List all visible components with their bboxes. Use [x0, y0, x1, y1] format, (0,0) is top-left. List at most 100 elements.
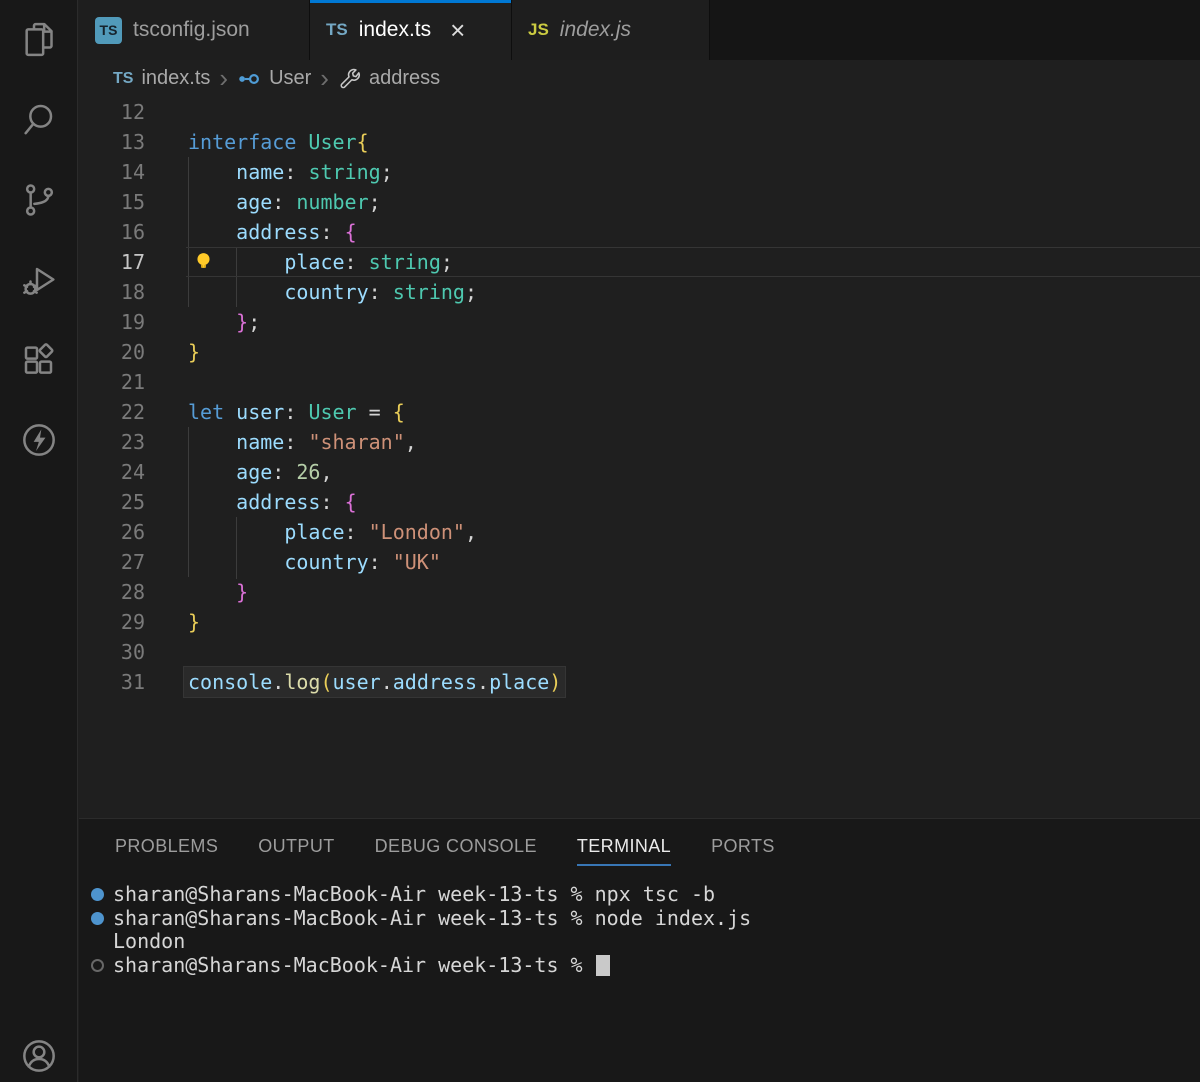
code-line[interactable]: 25 address: { [79, 487, 1200, 517]
run-and-debug-icon[interactable] [0, 240, 78, 320]
code-text: let user: User = { [188, 400, 405, 424]
thunder-client-icon[interactable] [0, 400, 78, 480]
editor-group: TS tsconfig.json TS index.ts × JS index.… [79, 0, 1200, 1082]
code-line[interactable]: 27 country: "UK" [79, 547, 1200, 577]
panel-tab-output[interactable]: OUTPUT [258, 836, 334, 866]
breadcrumb-symbol-address[interactable]: address [369, 67, 440, 90]
code-text: name: "sharan", [236, 430, 417, 454]
code-line[interactable]: 17 place: string; [79, 247, 1200, 277]
line-number[interactable]: 15 [79, 187, 145, 217]
extensions-icon[interactable] [0, 320, 78, 400]
tab-bar: TS tsconfig.json TS index.ts × JS index.… [79, 0, 1200, 60]
line-number[interactable]: 21 [79, 367, 145, 397]
code-text: console.log(user.address.place) [184, 667, 566, 697]
panel-tab-ports[interactable]: PORTS [711, 836, 775, 866]
code-text: address: { [236, 220, 357, 244]
panel-tab-debug-console[interactable]: DEBUG CONSOLE [375, 836, 537, 866]
explorer-icon[interactable] [0, 0, 78, 80]
account-icon[interactable] [0, 1016, 78, 1082]
code-editor[interactable]: 12 13 interface User{ 14 name: string; 15 ag… [79, 97, 1200, 818]
tab-label: index.ts [358, 18, 432, 41]
activity-bar [0, 0, 78, 1082]
line-number[interactable]: 27 [79, 547, 145, 577]
search-icon[interactable] [0, 80, 78, 160]
code-text: } [188, 610, 201, 634]
panel-tab-problems[interactable]: PROBLEMS [115, 836, 218, 866]
line-number[interactable]: 22 [79, 397, 145, 427]
code-line[interactable]: 22 let user: User = { [79, 397, 1200, 427]
line-number[interactable]: 13 [79, 127, 145, 157]
line-number[interactable]: 12 [79, 97, 145, 127]
code-line[interactable]: 21 [79, 367, 1200, 397]
code-line[interactable]: 31 console.log(user.address.place) [79, 667, 1200, 697]
code-text: country: "UK" [284, 550, 441, 574]
terminal-text: sharan@Sharans-MacBook-Air week-13-ts % … [113, 882, 716, 906]
line-number[interactable]: 19 [79, 307, 145, 337]
command-pending-decoration-icon[interactable] [91, 959, 104, 973]
symbol-property-wrench-icon [338, 67, 361, 90]
code-line[interactable]: 26 place: "London", [79, 517, 1200, 547]
line-number[interactable]: 20 [79, 337, 145, 367]
line-number[interactable]: 31 [79, 667, 145, 697]
panel-tab-bar: PROBLEMS OUTPUT DEBUG CONSOLE TERMINAL P… [79, 819, 1200, 866]
terminal-line[interactable]: sharan@Sharans-MacBook-Air week-13-ts % … [79, 882, 1200, 907]
javascript-file-icon: JS [528, 20, 549, 39]
line-number[interactable]: 23 [79, 427, 145, 457]
tsconfig-file-icon: TS [95, 16, 122, 44]
code-text: } [188, 340, 201, 364]
breadcrumb-file[interactable]: index.ts [141, 67, 210, 90]
code-line[interactable]: 14 name: string; [79, 157, 1200, 187]
line-number[interactable]: 30 [79, 637, 145, 667]
line-number[interactable]: 16 [79, 217, 145, 247]
bottom-panel: PROBLEMS OUTPUT DEBUG CONSOLE TERMINAL P… [79, 818, 1200, 1082]
code-line[interactable]: 12 [79, 97, 1200, 127]
code-area[interactable]: 12 13 interface User{ 14 name: string; 15 ag… [79, 97, 1200, 697]
terminal-line[interactable]: London [79, 930, 1200, 954]
code-text: address: { [236, 490, 357, 514]
source-control-icon[interactable] [0, 160, 78, 240]
symbol-interface-icon [237, 67, 261, 91]
terminal[interactable]: sharan@Sharans-MacBook-Air week-13-ts % … [79, 882, 1200, 978]
code-line[interactable]: 24 age: 26, [79, 457, 1200, 487]
vscode-window: TS tsconfig.json TS index.ts × JS index.… [0, 0, 1200, 1082]
chevron-right-icon: › [320, 63, 329, 94]
line-number[interactable]: 29 [79, 607, 145, 637]
command-success-decoration-icon[interactable] [91, 911, 104, 925]
line-number[interactable]: 24 [79, 457, 145, 487]
code-text: place: "London", [284, 520, 478, 544]
code-line[interactable]: 18 country: string; [79, 277, 1200, 307]
terminal-text: sharan@Sharans-MacBook-Air week-13-ts % … [113, 905, 752, 930]
code-line[interactable]: 16 address: { [79, 217, 1200, 247]
command-success-decoration-icon[interactable] [91, 888, 104, 901]
tab-label: index.js [559, 18, 631, 41]
panel-tab-terminal[interactable]: TERMINAL [576, 836, 672, 866]
code-line[interactable]: 20} [79, 337, 1200, 367]
line-number[interactable]: 25 [79, 487, 145, 517]
code-line[interactable]: 15 age: number; [79, 187, 1200, 217]
terminal-text: sharan@Sharans-MacBook-Air week-13-ts % [113, 953, 595, 978]
code-text: age: number; [236, 190, 381, 214]
line-number[interactable]: 18 [79, 277, 145, 307]
terminal-line[interactable]: sharan@Sharans-MacBook-Air week-13-ts % [79, 953, 1200, 978]
line-number[interactable]: 28 [79, 577, 145, 607]
close-icon[interactable]: × [450, 17, 465, 43]
tab-index-js[interactable]: JS index.js [512, 0, 710, 60]
code-text: } [236, 580, 249, 604]
terminal-line[interactable]: sharan@Sharans-MacBook-Air week-13-ts % … [79, 905, 1200, 931]
code-text: country: string; [284, 280, 478, 304]
code-text: interface User{ [188, 130, 369, 154]
line-number[interactable]: 14 [79, 157, 145, 187]
tab-tsconfig-json[interactable]: TS tsconfig.json [79, 0, 310, 60]
chevron-right-icon: › [219, 63, 229, 94]
tab-index-ts[interactable]: TS index.ts × [310, 0, 512, 60]
code-line[interactable]: 23 name: "sharan", [79, 427, 1200, 457]
code-line[interactable]: 28 } [79, 577, 1200, 607]
breadcrumb-symbol-user[interactable]: User [269, 67, 311, 90]
line-number[interactable]: 26 [79, 517, 145, 547]
line-number[interactable]: 17 [79, 247, 145, 277]
code-line[interactable]: 29} [79, 607, 1200, 637]
code-text: }; [236, 310, 261, 334]
code-line[interactable]: 30 [79, 637, 1200, 667]
code-line[interactable]: 19 }; [79, 307, 1200, 337]
code-line[interactable]: 13 interface User{ [79, 127, 1200, 157]
